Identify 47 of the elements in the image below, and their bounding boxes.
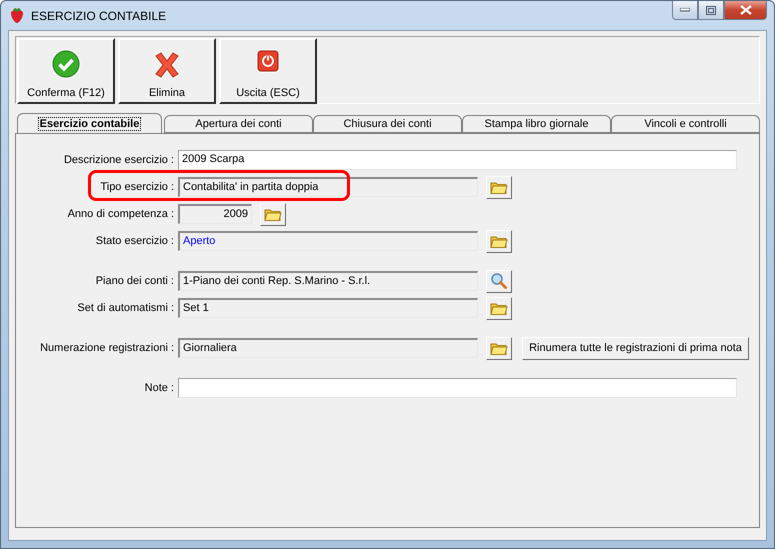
field-label: Tipo esercizio : (99, 181, 174, 193)
tab[interactable]: Vincoli e controlli (611, 115, 760, 133)
field-label: Note : (144, 382, 174, 394)
strawberry-icon (9, 7, 25, 24)
search-button[interactable] (486, 270, 512, 292)
toolbar-button[interactable]: Uscita (ESC) (219, 38, 317, 104)
browse-button[interactable] (486, 176, 512, 198)
minimize-button[interactable] (672, 1, 698, 20)
field-label: Set di automatismi : (76, 302, 174, 314)
close-icon (740, 5, 752, 15)
toolbar-button[interactable]: Elimina (118, 38, 216, 104)
input-field[interactable]: Contabilita' in partita doppia (178, 177, 478, 197)
browse-button[interactable] (486, 230, 512, 252)
field-label: Stato esercizio : (94, 235, 174, 247)
folder-icon (490, 234, 508, 248)
folder-icon (490, 180, 508, 194)
maximize-icon (706, 6, 716, 14)
input-field[interactable] (178, 378, 737, 398)
check-icon (52, 50, 80, 78)
tab[interactable]: Esercizio contabile (17, 113, 162, 133)
folder-icon (490, 300, 508, 316)
folder-icon (490, 340, 508, 356)
field-label: Piano dei conti : (94, 275, 174, 287)
input-field[interactable]: 2009 (178, 204, 252, 224)
toolbar-button[interactable]: Conferma (F12) (17, 38, 115, 104)
input-field[interactable]: Aperto (178, 231, 478, 251)
minimize-icon (680, 8, 690, 12)
tab[interactable]: Stampa libro giornale (462, 115, 612, 133)
browse-button[interactable] (486, 336, 512, 360)
maximize-button[interactable] (698, 1, 724, 20)
window-title: ESERCIZIO CONTABILE (31, 8, 166, 22)
tab[interactable]: Apertura dei conti (164, 115, 314, 133)
browse-button[interactable] (260, 202, 286, 226)
folder-icon (264, 206, 282, 222)
field-label: Descrizione esercizio : (62, 154, 174, 166)
power-icon (257, 50, 279, 72)
tab[interactable]: Chiusura dei conti (313, 115, 462, 133)
input-field[interactable]: Giornaliera (178, 338, 478, 358)
input-field[interactable]: Set 1 (178, 298, 478, 318)
renumber-button[interactable]: Rinumera tutte le registrazioni di prima nota (522, 336, 749, 360)
search-icon (490, 272, 508, 290)
input-field[interactable]: 1-Piano dei conti Rep. S.Marino - S.r.l. (178, 271, 478, 291)
input-field[interactable]: 2009 Scarpa (178, 150, 737, 170)
browse-button[interactable] (486, 296, 512, 320)
field-label: Anno di competenza : (66, 208, 174, 220)
field-label: Numerazione registrazioni : (39, 342, 174, 354)
close-button[interactable] (724, 1, 767, 20)
